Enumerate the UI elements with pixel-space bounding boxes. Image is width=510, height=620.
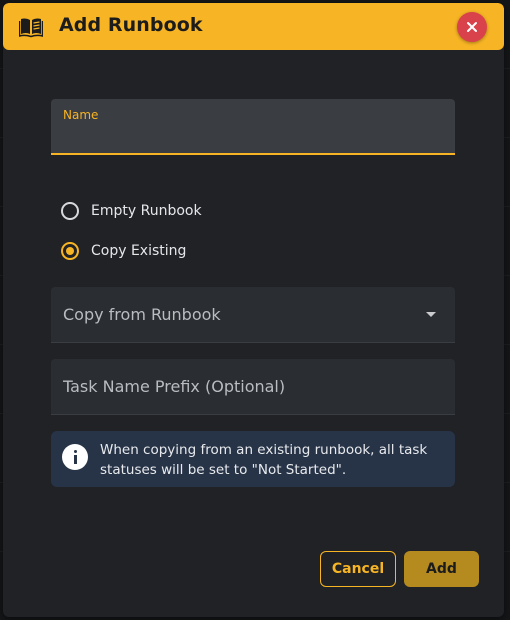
radio-button-empty[interactable] <box>61 202 79 220</box>
cancel-button[interactable]: Cancel <box>320 551 396 587</box>
book-open-icon <box>18 16 44 38</box>
name-label: Name <box>63 108 99 122</box>
dialog-header: Add Runbook <box>3 3 504 50</box>
close-button[interactable] <box>457 12 487 42</box>
dialog-title: Add Runbook <box>59 14 203 36</box>
radio-empty-runbook[interactable]: Empty Runbook <box>61 200 202 222</box>
add-button[interactable]: Add <box>404 551 479 587</box>
close-icon <box>467 22 477 32</box>
radio-label-copy: Copy Existing <box>91 243 187 259</box>
info-alert: When copying from an existing runbook, a… <box>51 431 455 487</box>
info-text: When copying from an existing runbook, a… <box>100 442 428 478</box>
dropdown-arrow-icon <box>426 312 436 317</box>
radio-label-empty: Empty Runbook <box>91 203 202 219</box>
copy-from-runbook-select[interactable]: Copy from Runbook <box>51 287 455 343</box>
task-name-prefix-field[interactable] <box>51 359 455 415</box>
name-field[interactable]: Name <box>51 99 455 155</box>
copy-from-placeholder: Copy from Runbook <box>63 305 221 324</box>
radio-button-copy[interactable] <box>61 242 79 260</box>
task-name-prefix-input[interactable] <box>51 359 455 414</box>
info-icon <box>62 444 88 470</box>
radio-copy-existing[interactable]: Copy Existing <box>61 240 186 262</box>
add-runbook-dialog: Add Runbook Name Empty Runbook Copy Exis… <box>3 3 504 617</box>
